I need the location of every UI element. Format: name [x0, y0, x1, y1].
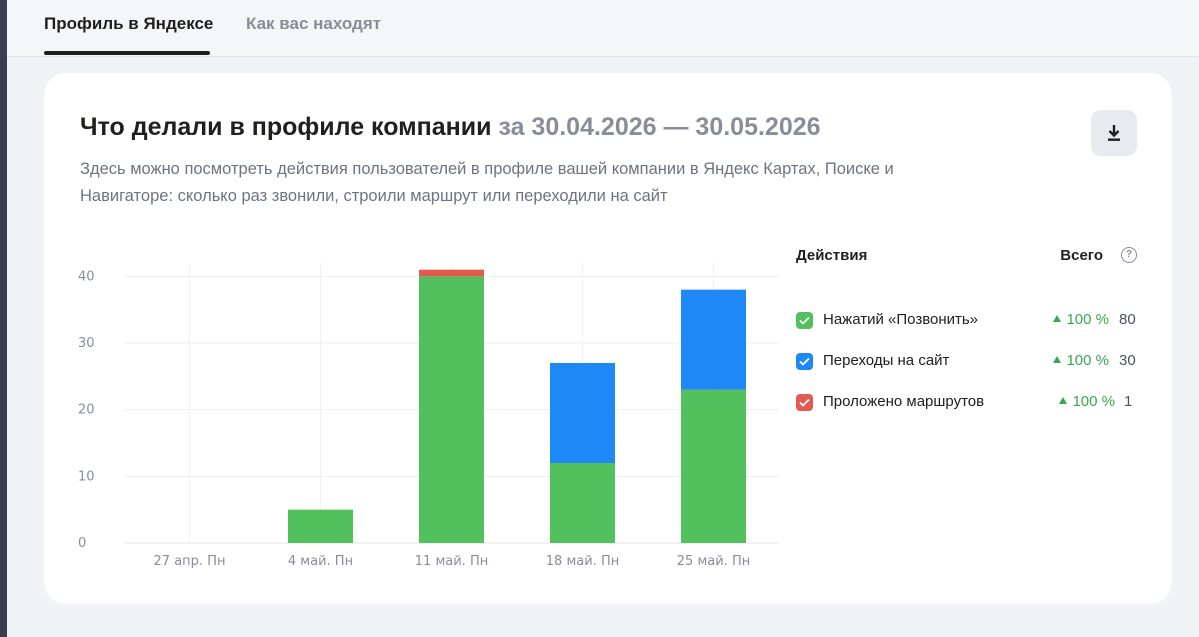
y-tick-label: 30: [78, 336, 95, 351]
y-tick-label: 10: [78, 469, 95, 484]
checkbox-routes[interactable]: [796, 394, 813, 411]
tab-profile[interactable]: Профиль в Яндексе: [44, 14, 213, 34]
bar-segment: [550, 463, 615, 543]
download-button[interactable]: [1091, 110, 1137, 156]
legend-change: 100 %: [1059, 393, 1115, 410]
y-tick-label: 40: [78, 269, 95, 284]
bar-segment: [419, 269, 484, 277]
legend-item-site: Переходы на сайт 100 % 30: [796, 310, 1141, 370]
check-icon: [799, 398, 810, 407]
legend-change-value: 100 %: [1072, 393, 1115, 410]
page: Профиль в Яндексе Как вас находят Что де…: [0, 0, 1199, 637]
download-icon: [1108, 125, 1120, 141]
left-edge-strip: [0, 0, 7, 637]
x-tick-label: 25 май. Пн: [677, 554, 750, 569]
tab-how-found[interactable]: Как вас находят: [246, 14, 381, 34]
x-tick-label: 18 май. Пн: [546, 554, 619, 569]
bar-segment: [288, 509, 353, 543]
legend-header-total: Всего: [1060, 247, 1103, 264]
card-title-text: Что делали в профиле компании: [80, 113, 492, 141]
card-title: Что делали в профиле компании за 30.04.2…: [80, 113, 821, 142]
legend-label: Проложено маршрутов: [823, 393, 985, 410]
x-tick-label: 11 май. Пн: [415, 554, 488, 569]
y-tick-label: 20: [78, 403, 95, 418]
card-period: за 30.04.2026 — 30.05.2026: [498, 113, 821, 141]
legend-total: 1: [1124, 393, 1133, 410]
legend: Действия Всего ? Нажатий «Позвонить» 100…: [796, 245, 1141, 411]
actions-card: Что делали в профиле компании за 30.04.2…: [44, 73, 1172, 604]
bar-segment: [681, 389, 746, 543]
x-tick-label: 27 апр. Пн: [154, 554, 226, 569]
legend-header: Действия Всего ?: [796, 245, 1141, 269]
active-tab-indicator: [44, 51, 210, 55]
card-description: Здесь можно посмотреть действия пользова…: [80, 160, 894, 205]
y-tick-label: 0: [78, 536, 86, 551]
x-tick-label: 4 май. Пн: [288, 554, 353, 569]
legend-header-actions: Действия: [796, 247, 868, 264]
bar-segment: [419, 276, 484, 543]
legend-item-calls: Нажатий «Позвонить» 100 % 80: [796, 269, 1141, 329]
trend-up-icon: [1059, 397, 1068, 404]
bar-segment: [681, 289, 746, 390]
bar-chart: 0 10 20 30 40 27 апр. Пн 4 май. Пн 11 май. Пн 18…: [78, 263, 779, 569]
legend-item-routes: Проложено маршрутов 100 % 1: [796, 351, 1141, 411]
bar-segment: [550, 363, 615, 463]
help-icon[interactable]: ?: [1121, 247, 1137, 263]
